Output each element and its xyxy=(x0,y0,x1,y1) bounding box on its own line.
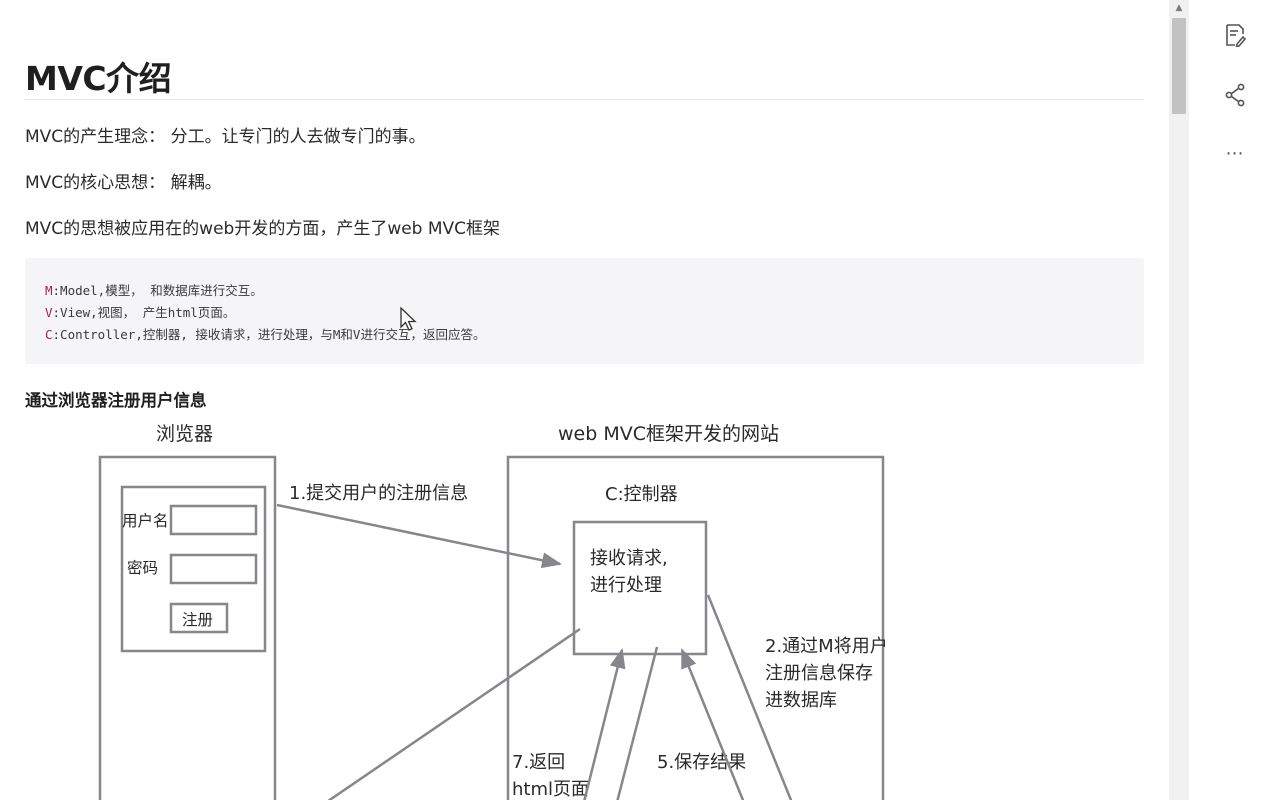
mvc-diagram-svg: 浏览器 用户名 密码 注册 web MVC框架开发的网站 C:控制器 接收请求,… xyxy=(98,423,888,800)
code-block: M:Model,模型， 和数据库进行交互。 V:View,视图， 产生html页… xyxy=(25,258,1144,364)
paragraph-core: MVC的核心思想： 解耦。 xyxy=(25,173,222,193)
more-icon: ⋯ xyxy=(1225,142,1245,164)
controller-label: C:控制器 xyxy=(605,484,678,505)
share-icon xyxy=(1225,83,1245,107)
code-key-v: V xyxy=(45,305,53,320)
register-button-label: 注册 xyxy=(182,611,213,629)
mvc-diagram: 浏览器 用户名 密码 注册 web MVC框架开发的网站 C:控制器 接收请求,… xyxy=(25,410,925,800)
step2-line2: 注册信息保存 xyxy=(765,663,873,684)
password-field xyxy=(169,553,258,585)
step7-arrow xyxy=(583,648,626,800)
site-frame xyxy=(506,455,885,800)
code-key-m: M xyxy=(45,283,53,298)
paragraph-idea: MVC的产生理念： 分工。让专门的人去做专门的事。 xyxy=(25,127,426,147)
code-text-c: :Controller,控制器, 接收请求，进行处理，与M和V进行交互，返回应答… xyxy=(52,327,486,342)
controller-down-line xyxy=(616,646,659,800)
right-rail xyxy=(1189,0,1280,800)
page-title: MVC介绍 xyxy=(25,59,172,98)
code-line-model: M:Model,模型， 和数据库进行交互。 xyxy=(45,280,1124,302)
controller-box-line2: 进行处理 xyxy=(590,575,662,596)
step7-line1: 7.返回 xyxy=(512,752,565,773)
step2-line1: 2.通过M将用户 xyxy=(765,636,888,657)
password-label: 密码 xyxy=(127,559,158,577)
scroll-up-arrow-icon[interactable]: ▲ xyxy=(1169,0,1189,17)
title-divider xyxy=(25,99,1144,100)
code-text-v: :View,视图， 产生html页面。 xyxy=(52,305,236,320)
section-subheading: 通过浏览器注册用户信息 xyxy=(25,391,207,410)
controller-box-line1: 接收请求, xyxy=(590,548,668,569)
code-key-c: C xyxy=(45,327,53,342)
share-button[interactable] xyxy=(1220,80,1250,110)
username-label: 用户名 xyxy=(122,512,169,530)
vertical-scrollbar[interactable] xyxy=(1169,0,1189,800)
edit-note-icon xyxy=(1226,24,1246,47)
step5-label: 5.保存结果 xyxy=(657,752,746,773)
code-line-view: V:View,视图， 产生html页面。 xyxy=(45,302,1124,324)
step1-arrow xyxy=(276,503,562,569)
response-line xyxy=(327,627,581,800)
code-line-controller: C:Controller,控制器, 接收请求，进行处理，与M和V进行交互，返回应… xyxy=(45,324,1124,346)
step7-line2: html页面 xyxy=(512,779,589,800)
step2-line3: 进数据库 xyxy=(765,690,837,711)
paragraph-web: MVC的思想被应用在的web开发的方面，产生了web MVC框架 xyxy=(25,219,501,239)
step5-arrow xyxy=(680,648,745,800)
more-button[interactable]: ⋯ xyxy=(1220,138,1250,168)
browser-title: 浏览器 xyxy=(156,423,213,445)
scrollbar-thumb[interactable] xyxy=(1172,18,1186,114)
site-title: web MVC框架开发的网站 xyxy=(558,423,779,445)
code-text-m: :Model,模型， 和数据库进行交互。 xyxy=(52,283,263,298)
step1-label: 1.提交用户的注册信息 xyxy=(289,483,468,504)
mouse-pointer-icon xyxy=(400,307,417,331)
edit-note-button[interactable] xyxy=(1220,20,1250,50)
username-field xyxy=(169,504,258,536)
